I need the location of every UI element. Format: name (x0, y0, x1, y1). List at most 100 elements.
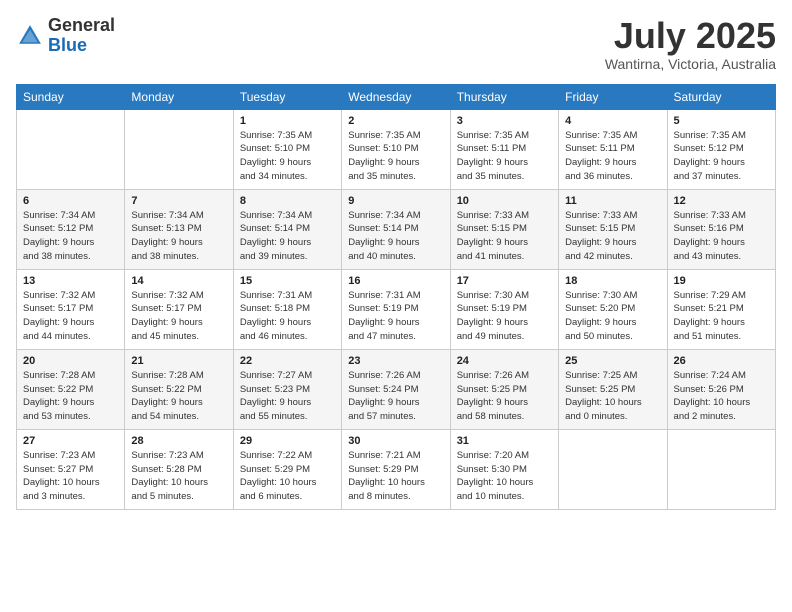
day-number: 17 (457, 275, 552, 287)
calendar-cell: 7 Sunrise: 7:34 AM Sunset: 5:13 PM Daylig… (125, 189, 233, 269)
day-info: Sunrise: 7:30 AM Sunset: 5:19 PM Dayligh… (457, 289, 552, 344)
day-number: 27 (23, 435, 118, 447)
calendar-cell: 20Sunrise: 7:28 AM Sunset: 5:22 PM Dayli… (17, 349, 125, 429)
day-info: Sunrise: 7:24 AM Sunset: 5:26 PM Dayligh… (674, 369, 769, 424)
calendar-cell: 31 Sunrise: 7:20 AM Sunset: 5:30 PM Dayli… (450, 429, 558, 509)
day-info: Sunrise: 7:22 AM Sunset: 5:29 PM Dayligh… (240, 449, 335, 504)
day-info: Sunrise: 7:35 AM Sunset: 5:10 PM Dayligh… (240, 129, 335, 184)
day-number: 31 (457, 435, 552, 447)
calendar-cell: 4 Sunrise: 7:35 AM Sunset: 5:11 PM Daylig… (559, 109, 667, 189)
calendar-table: SundayMondayTuesdayWednesdayThursdayFrid… (16, 84, 776, 510)
calendar-cell: 1 Sunrise: 7:35 AM Sunset: 5:10 PM Daylig… (233, 109, 341, 189)
calendar-cell: 5 Sunrise: 7:35 AM Sunset: 5:12 PM Daylig… (667, 109, 775, 189)
calendar-day-header: Monday (125, 84, 233, 109)
calendar-cell: 21 Sunrise: 7:28 AM Sunset: 5:22 PM Dayli… (125, 349, 233, 429)
calendar-cell: 11Sunrise: 7:33 AM Sunset: 5:15 PM Dayli… (559, 189, 667, 269)
logo-blue: Blue (48, 35, 87, 55)
day-info: Sunrise: 7:35 AM Sunset: 5:11 PM Dayligh… (565, 129, 660, 184)
calendar-day-header: Tuesday (233, 84, 341, 109)
day-info: Sunrise: 7:34 AM Sunset: 5:14 PM Dayligh… (240, 209, 335, 264)
day-number: 6 (23, 195, 118, 207)
day-info: Sunrise: 7:32 AM Sunset: 5:17 PM Dayligh… (23, 289, 118, 344)
calendar-day-header: Friday (559, 84, 667, 109)
calendar-body: 1 Sunrise: 7:35 AM Sunset: 5:10 PM Daylig… (17, 109, 776, 509)
calendar-cell: 22Sunrise: 7:27 AM Sunset: 5:23 PM Dayli… (233, 349, 341, 429)
calendar-header-row: SundayMondayTuesdayWednesdayThursdayFrid… (17, 84, 776, 109)
calendar-cell: 8 Sunrise: 7:34 AM Sunset: 5:14 PM Daylig… (233, 189, 341, 269)
day-number: 8 (240, 195, 335, 207)
calendar-cell (559, 429, 667, 509)
logo-general: General (48, 15, 115, 35)
day-number: 2 (348, 115, 443, 127)
day-number: 21 (131, 355, 226, 367)
day-number: 1 (240, 115, 335, 127)
day-number: 3 (457, 115, 552, 127)
calendar-cell: 29 Sunrise: 7:22 AM Sunset: 5:29 PM Dayli… (233, 429, 341, 509)
calendar-day-header: Saturday (667, 84, 775, 109)
day-number: 24 (457, 355, 552, 367)
logo-text: General Blue (48, 16, 115, 56)
day-info: Sunrise: 7:35 AM Sunset: 5:11 PM Dayligh… (457, 129, 552, 184)
day-number: 28 (131, 435, 226, 447)
calendar-cell: 27 Sunrise: 7:23 AM Sunset: 5:27 PM Dayli… (17, 429, 125, 509)
calendar-cell (125, 109, 233, 189)
calendar-cell: 19Sunrise: 7:29 AM Sunset: 5:21 PM Dayli… (667, 269, 775, 349)
calendar-week-row: 6Sunrise: 7:34 AM Sunset: 5:12 PM Daylig… (17, 189, 776, 269)
day-info: Sunrise: 7:35 AM Sunset: 5:10 PM Dayligh… (348, 129, 443, 184)
calendar-cell: 17 Sunrise: 7:30 AM Sunset: 5:19 PM Dayli… (450, 269, 558, 349)
day-number: 9 (348, 195, 443, 207)
page-header: General Blue July 2025 Wantirna, Victori… (16, 16, 776, 72)
calendar-cell: 13 Sunrise: 7:32 AM Sunset: 5:17 PM Dayli… (17, 269, 125, 349)
day-info: Sunrise: 7:31 AM Sunset: 5:18 PM Dayligh… (240, 289, 335, 344)
day-info: Sunrise: 7:20 AM Sunset: 5:30 PM Dayligh… (457, 449, 552, 504)
day-info: Sunrise: 7:32 AM Sunset: 5:17 PM Dayligh… (131, 289, 226, 344)
calendar-cell: 14 Sunrise: 7:32 AM Sunset: 5:17 PM Dayli… (125, 269, 233, 349)
calendar-cell (17, 109, 125, 189)
day-info: Sunrise: 7:25 AM Sunset: 5:25 PM Dayligh… (565, 369, 660, 424)
day-number: 10 (457, 195, 552, 207)
calendar-cell (667, 429, 775, 509)
day-info: Sunrise: 7:29 AM Sunset: 5:21 PM Dayligh… (674, 289, 769, 344)
logo-icon (16, 22, 44, 50)
day-info: Sunrise: 7:23 AM Sunset: 5:27 PM Dayligh… (23, 449, 118, 504)
day-info: Sunrise: 7:33 AM Sunset: 5:16 PM Dayligh… (674, 209, 769, 264)
day-info: Sunrise: 7:28 AM Sunset: 5:22 PM Dayligh… (131, 369, 226, 424)
day-number: 4 (565, 115, 660, 127)
day-number: 18 (565, 275, 660, 287)
day-info: Sunrise: 7:35 AM Sunset: 5:12 PM Dayligh… (674, 129, 769, 184)
calendar-week-row: 1 Sunrise: 7:35 AM Sunset: 5:10 PM Daylig… (17, 109, 776, 189)
calendar-cell: 6Sunrise: 7:34 AM Sunset: 5:12 PM Daylig… (17, 189, 125, 269)
calendar-day-header: Thursday (450, 84, 558, 109)
day-number: 22 (240, 355, 335, 367)
day-info: Sunrise: 7:34 AM Sunset: 5:13 PM Dayligh… (131, 209, 226, 264)
calendar-week-row: 20 Sunrise: 7:28 AM Sunset: 5:22 PM Dayli… (17, 349, 776, 429)
day-number: 26 (674, 355, 769, 367)
day-number: 5 (674, 115, 769, 127)
day-info: Sunrise: 7:26 AM Sunset: 5:25 PM Dayligh… (457, 369, 552, 424)
calendar-cell: 16 Sunrise: 7:31 AM Sunset: 5:19 PM Dayli… (342, 269, 450, 349)
calendar-cell: 10 Sunrise: 7:33 AM Sunset: 5:15 PM Dayli… (450, 189, 558, 269)
day-number: 15 (240, 275, 335, 287)
day-info: Sunrise: 7:23 AM Sunset: 5:28 PM Dayligh… (131, 449, 226, 504)
day-number: 7 (131, 195, 226, 207)
day-number: 29 (240, 435, 335, 447)
day-info: Sunrise: 7:33 AM Sunset: 5:15 PM Dayligh… (565, 209, 660, 264)
title-block: July 2025 Wantirna, Victoria, Australia (605, 16, 776, 72)
day-number: 20 (23, 355, 118, 367)
day-info: Sunrise: 7:26 AM Sunset: 5:24 PM Dayligh… (348, 369, 443, 424)
day-number: 14 (131, 275, 226, 287)
day-number: 13 (23, 275, 118, 287)
day-info: Sunrise: 7:33 AM Sunset: 5:15 PM Dayligh… (457, 209, 552, 264)
calendar-cell: 23Sunrise: 7:26 AM Sunset: 5:24 PM Dayli… (342, 349, 450, 429)
calendar-cell: 15 Sunrise: 7:31 AM Sunset: 5:18 PM Dayli… (233, 269, 341, 349)
day-info: Sunrise: 7:31 AM Sunset: 5:19 PM Dayligh… (348, 289, 443, 344)
calendar-cell: 12Sunrise: 7:33 AM Sunset: 5:16 PM Dayli… (667, 189, 775, 269)
calendar-cell: 24 Sunrise: 7:26 AM Sunset: 5:25 PM Dayli… (450, 349, 558, 429)
day-number: 16 (348, 275, 443, 287)
location: Wantirna, Victoria, Australia (605, 56, 776, 72)
calendar-cell: 26 Sunrise: 7:24 AM Sunset: 5:26 PM Dayli… (667, 349, 775, 429)
day-info: Sunrise: 7:21 AM Sunset: 5:29 PM Dayligh… (348, 449, 443, 504)
logo: General Blue (16, 16, 115, 56)
calendar-cell: 9Sunrise: 7:34 AM Sunset: 5:14 PM Daylig… (342, 189, 450, 269)
day-number: 30 (348, 435, 443, 447)
